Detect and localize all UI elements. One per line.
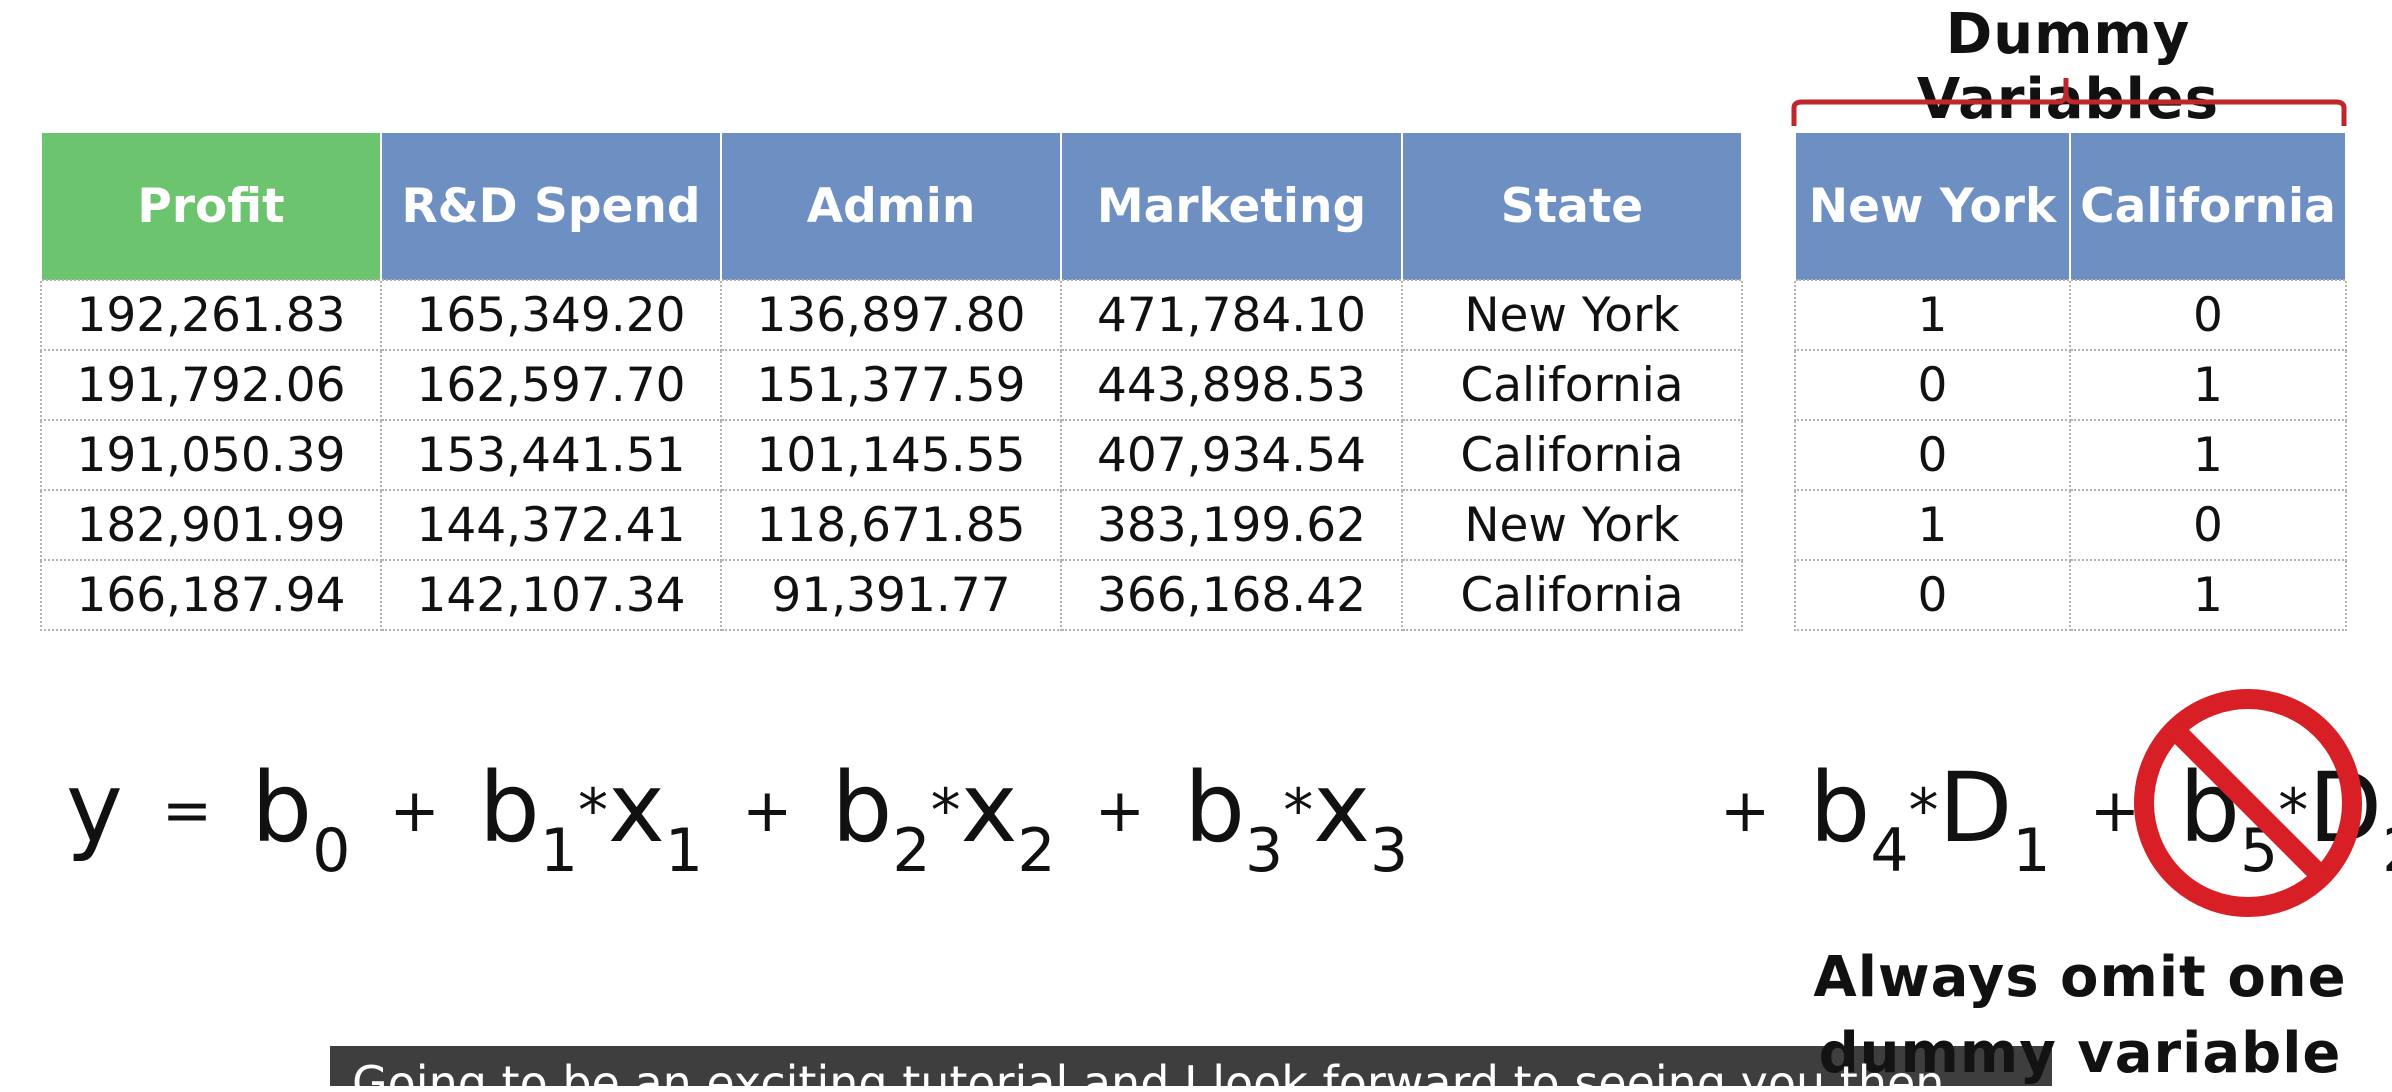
table-cell: 1 [1794,489,2071,561]
table-cell: 366,168.42 [1060,559,1403,631]
regression-equation: y = b0 + b1*x1 + b2*x2 + b3*x3 [66,760,1408,881]
eq-y: y [66,752,123,864]
prohibited-icon [2134,689,2362,917]
eq-x3: x [1313,752,1370,864]
table-cell: 0 [2069,489,2347,561]
column-header-california: California [2069,133,2347,280]
eq-sub-2: 2 [892,816,931,886]
eq-plus: + [1094,776,1145,846]
table-cell: 0 [1794,419,2071,491]
eq-sub-2: 2 [2382,816,2392,886]
table-cell: 1 [2069,559,2347,631]
eq-plus: + [1720,776,1771,846]
dataset-table: Profit R&D Spend Admin Marketing State 1… [40,133,1743,631]
table-cell: 192,261.83 [40,279,382,351]
table-cell: 383,199.62 [1060,489,1403,561]
table-cell: California [1401,419,1743,491]
subtitle-text: Going to be an exciting tutorial and I l… [352,1056,1960,1086]
table-cell: 1 [1794,279,2071,351]
column-header-profit: Profit [40,133,382,280]
table-row: 191,792.06 162,597.70 151,377.59 443,898… [40,349,1743,421]
table-header-row: Profit R&D Spend Admin Marketing State [40,133,1743,280]
eq-sub-4: 4 [1870,816,1909,886]
eq-sub-1: 1 [2012,816,2051,886]
eq-times: * [578,776,608,846]
table-cell: 1 [2069,419,2347,491]
column-header-new-york: New York [1794,133,2071,280]
table-cell: 153,441.51 [380,419,722,491]
table-cell: 0 [1794,559,2071,631]
eq-times: * [930,776,961,846]
table-cell: New York [1401,279,1743,351]
note-line-1: Always omit one [1813,945,2347,1010]
eq-b3: b [1184,752,1245,864]
table-cell: 166,187.94 [40,559,382,631]
table-header-row: New York California [1794,133,2347,280]
table-cell: 1 [2069,349,2347,421]
table-cell: New York [1401,489,1743,561]
table-row: 166,187.94 142,107.34 91,391.77 366,168.… [40,559,1743,631]
table-cell: 165,349.20 [380,279,722,351]
table-cell: California [1401,559,1743,631]
eq-d1: D [1938,752,2013,864]
table-row: 192,261.83 165,349.20 136,897.80 471,784… [40,279,1743,351]
table-row: 0 1 [1794,419,2347,491]
table-cell: 191,050.39 [40,419,382,491]
table-cell: 0 [2069,279,2347,351]
column-header-admin: Admin [720,133,1062,280]
eq-b0: b [251,752,313,864]
eq-sub-1: 1 [539,816,578,886]
dummy-variables-table: New York California 1 0 0 1 0 1 1 0 0 1 [1794,133,2347,631]
table-row: 0 1 [1794,349,2347,421]
eq-sub-1: 1 [664,816,703,886]
subtitle-bar: Going to be an exciting tutorial and I l… [330,1046,2052,1086]
table-cell: 0 [1794,349,2071,421]
table-cell: 142,107.34 [380,559,722,631]
table-cell: 407,934.54 [1060,419,1403,491]
curly-brace-icon [1791,78,2347,126]
eq-times: * [1908,776,1939,846]
table-cell: 443,898.53 [1060,349,1403,421]
table-cell: 182,901.99 [40,489,382,561]
column-header-rd-spend: R&D Spend [380,133,722,280]
eq-sub-0: 0 [312,816,351,886]
table-cell: 471,784.10 [1060,279,1403,351]
eq-sub-3: 3 [1370,816,1409,886]
table-row: 1 0 [1794,279,2347,351]
table-row: 182,901.99 144,372.41 118,671.85 383,199… [40,489,1743,561]
table-cell: 162,597.70 [380,349,722,421]
eq-x2: x [960,752,1018,864]
column-header-state: State [1401,133,1743,280]
table-row: 191,050.39 153,441.51 101,145.55 407,934… [40,419,1743,491]
column-header-marketing: Marketing [1060,133,1403,280]
eq-sub-3: 3 [1245,816,1284,886]
eq-equals: = [161,776,213,846]
eq-b1: b [478,752,540,864]
table-cell: 144,372.41 [380,489,722,561]
table-cell: 151,377.59 [720,349,1062,421]
eq-b2: b [831,752,893,864]
eq-sub-2: 2 [1017,816,1056,886]
table-cell: 101,145.55 [720,419,1062,491]
eq-plus: + [389,776,440,846]
table-cell: 91,391.77 [720,559,1062,631]
eq-x1: x [608,752,665,864]
table-cell: 118,671.85 [720,489,1062,561]
table-cell: California [1401,349,1743,421]
table-cell: 136,897.80 [720,279,1062,351]
table-cell: 191,792.06 [40,349,382,421]
table-row: 1 0 [1794,489,2347,561]
table-row: 0 1 [1794,559,2347,631]
eq-times: * [1283,776,1314,846]
eq-b4: b [1809,752,1871,864]
eq-plus: + [742,776,793,846]
